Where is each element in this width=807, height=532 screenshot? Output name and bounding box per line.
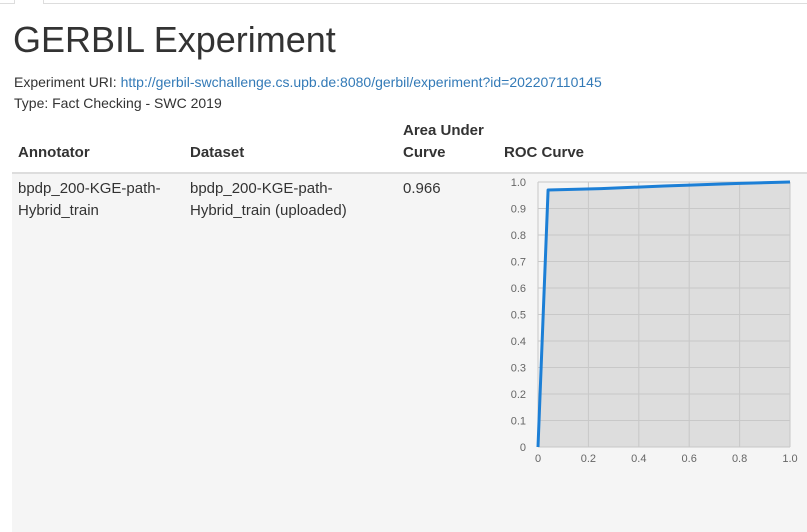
header-annotator: Annotator bbox=[12, 112, 184, 174]
y-tick-label: 0.4 bbox=[511, 336, 526, 348]
experiment-uri-label: Experiment URI: bbox=[14, 74, 121, 90]
x-tick-label: 0.6 bbox=[682, 453, 697, 465]
y-tick-label: 0.6 bbox=[511, 283, 526, 295]
cell-auc: 0.966 bbox=[397, 172, 498, 532]
x-tick-label: 0.4 bbox=[631, 453, 646, 465]
y-tick-label: 0.3 bbox=[511, 363, 526, 375]
x-tick-label: 0.8 bbox=[732, 453, 747, 465]
roc-chart: 0 0.2 0.4 0.6 0.8 1.0 0 0.1 0.2 0.3 0.4 0.5 0.6 0.7 0.… bbox=[511, 177, 798, 465]
experiment-uri-line: Experiment URI: http://gerbil-swchalleng… bbox=[14, 73, 602, 91]
page-title: GERBIL Experiment bbox=[13, 19, 336, 60]
x-tick-label: 0.2 bbox=[581, 453, 596, 465]
cell-dataset: bpdp_200-KGE-path-Hybrid_train (uploaded… bbox=[184, 172, 397, 532]
header-auc: Area Under Curve bbox=[397, 112, 498, 174]
tab-active[interactable] bbox=[14, 0, 44, 4]
y-tick-label: 0.9 bbox=[511, 204, 526, 216]
experiment-type: Type: Fact Checking - SWC 2019 bbox=[14, 95, 222, 111]
experiment-uri-link[interactable]: http://gerbil-swchallenge.cs.upb.de:8080… bbox=[121, 74, 602, 90]
y-tick-label: 0.5 bbox=[511, 310, 526, 322]
cell-annotator: bpdp_200-KGE-path-Hybrid_train bbox=[12, 172, 184, 532]
y-tick-label: 0.2 bbox=[511, 389, 526, 401]
header-roc: ROC Curve bbox=[498, 112, 807, 174]
y-tick-label: 0.8 bbox=[511, 230, 526, 242]
table-header-row: Annotator Dataset Area Under Curve ROC C… bbox=[12, 112, 807, 174]
y-tick-label: 0 bbox=[520, 442, 526, 454]
y-tick-label: 0.7 bbox=[511, 257, 526, 269]
header-dataset: Dataset bbox=[184, 112, 397, 174]
x-tick-label: 1.0 bbox=[782, 453, 797, 465]
top-nav-tabs bbox=[0, 0, 807, 4]
y-tick-label: 0.1 bbox=[511, 416, 526, 428]
y-tick-label: 1.0 bbox=[511, 177, 526, 189]
tab-baseline bbox=[0, 3, 807, 4]
x-tick-label: 0 bbox=[535, 453, 541, 465]
